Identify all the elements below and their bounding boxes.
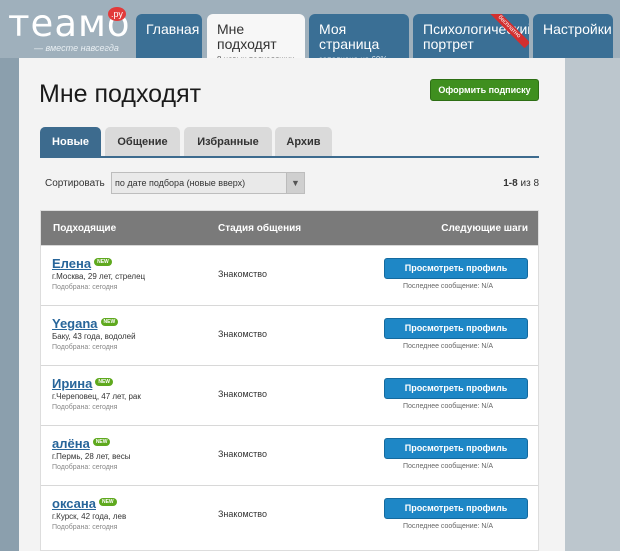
subscribe-button[interactable]: Оформить подписку — [430, 79, 539, 101]
match-info: г.Череповец, 47 лет, рак — [52, 392, 141, 401]
nav-tab-settings[interactable]: Настройки — [533, 14, 613, 58]
main-panel: Мне подходят Оформить подписку Новые Общ… — [19, 58, 565, 551]
table-row: Елена NEW г.Москва, 29 лет, стрелец Подобра… — [41, 245, 538, 305]
match-stage: Знакомство — [218, 509, 267, 519]
match-info: Баку, 43 года, водолей — [52, 332, 136, 341]
nav-tab-matches[interactable]: Мне подходят 8 новых подходящих — [207, 14, 305, 64]
logo-ru-badge: .ру — [108, 7, 126, 21]
match-name: Yegana — [52, 316, 98, 331]
page-title: Мне подходят — [39, 80, 202, 108]
table-row: оксана NEW г.Курск, 42 года, лев Подобрана:… — [41, 485, 538, 545]
match-name: Ирина — [52, 376, 93, 391]
view-profile-button[interactable]: Просмотреть профиль — [384, 438, 528, 459]
table-row: алёна NEW г.Пермь, 28 лет, весы Подобрана: … — [41, 425, 538, 485]
table-row: Yegana NEW Баку, 43 года, водолей Подобрана… — [41, 305, 538, 365]
match-name-link[interactable]: Ирина NEW — [52, 376, 114, 391]
match-stage: Знакомство — [218, 449, 267, 459]
nav-tab-home[interactable]: Главная — [136, 14, 202, 58]
site-header: теамо .ру — вместе навсегда Главная Мне … — [0, 0, 620, 64]
nav-tab-my-page[interactable]: Моя страница заполнена на 60% — [309, 14, 409, 64]
matches-table: Подходящие Стадия общения Следующие шаги… — [40, 210, 539, 551]
pager-total: 8 — [533, 178, 539, 189]
right-gutter — [565, 58, 620, 551]
match-name-link[interactable]: оксана NEW — [52, 496, 117, 511]
tab-communication[interactable]: Общение — [105, 127, 180, 157]
new-badge: NEW — [100, 318, 119, 326]
view-profile-button[interactable]: Просмотреть профиль — [384, 498, 528, 519]
match-picked: Подобрана: сегодня — [52, 404, 118, 411]
match-stage: Знакомство — [218, 269, 267, 279]
match-info: г.Москва, 29 лет, стрелец — [52, 272, 146, 281]
pager-of: из — [520, 178, 531, 189]
match-name-link[interactable]: алёна NEW — [52, 436, 111, 451]
view-profile-button[interactable]: Просмотреть профиль — [384, 318, 528, 339]
tab-favorites[interactable]: Избранные — [184, 127, 272, 157]
last-message: Последнее сообщение: N/A — [403, 283, 494, 290]
pager: 1-8 из 8 — [503, 178, 539, 189]
last-message: Последнее сообщение: N/A — [403, 523, 494, 530]
sort-label: Сортировать — [45, 178, 105, 189]
tab-new[interactable]: Новые — [40, 127, 101, 157]
nav-tab-label: Настройки — [543, 21, 612, 37]
match-name: оксана — [52, 496, 96, 511]
match-picked: Подобрана: сегодня — [52, 344, 118, 351]
nav-tab-label: Моя страница — [319, 21, 380, 52]
match-info: г.Пермь, 28 лет, весы — [52, 452, 131, 461]
new-badge: NEW — [95, 378, 114, 386]
view-profile-button[interactable]: Просмотреть профиль — [384, 258, 528, 279]
column-header-next-steps: Следующие шаги — [441, 223, 528, 234]
match-picked: Подобрана: сегодня — [52, 464, 118, 471]
last-message: Последнее сообщение: N/A — [403, 343, 494, 350]
view-profile-button[interactable]: Просмотреть профиль — [384, 378, 528, 399]
match-picked: Подобрана: сегодня — [52, 524, 118, 531]
match-name-link[interactable]: Yegana NEW — [52, 316, 119, 331]
sort-value: по дате подбора (новые вверх) — [115, 178, 246, 188]
logo-tagline: — вместе навсегда — [34, 43, 119, 53]
match-picked: Подобрана: сегодня — [52, 284, 118, 291]
nav-tab-label: Мне подходят — [217, 21, 277, 52]
nav-tab-label: Главная — [146, 21, 200, 37]
table-row: Ирина NEW г.Череповец, 47 лет, рак Подобран… — [41, 365, 538, 425]
sort-select[interactable]: по дате подбора (новые вверх) ▼ — [111, 172, 305, 194]
match-info: г.Курск, 42 года, лев — [52, 512, 127, 521]
nav-tab-psych-portrait[interactable]: Психологический портрет бесплатно — [413, 14, 529, 58]
last-message: Последнее сообщение: N/A — [403, 463, 494, 470]
match-name: алёна — [52, 436, 90, 451]
pager-range: 1-8 — [503, 178, 518, 189]
new-badge: NEW — [98, 498, 117, 506]
new-badge: NEW — [92, 438, 111, 446]
chevron-down-icon[interactable]: ▼ — [286, 173, 304, 193]
table-header: Подходящие Стадия общения Следующие шаги — [41, 211, 538, 245]
match-stage: Знакомство — [218, 389, 267, 399]
tabs-divider — [40, 156, 539, 158]
last-message: Последнее сообщение: N/A — [403, 403, 494, 410]
match-name-link[interactable]: Елена NEW — [52, 256, 112, 271]
match-stage: Знакомство — [218, 329, 267, 339]
logo[interactable]: теамо .ру — вместе навсегда — [8, 4, 130, 56]
tab-archive[interactable]: Архив — [275, 127, 332, 157]
column-header-matches: Подходящие — [53, 223, 117, 234]
new-badge: NEW — [94, 258, 112, 266]
match-name: Елена — [52, 256, 92, 271]
column-header-stage: Стадия общения — [218, 223, 302, 234]
